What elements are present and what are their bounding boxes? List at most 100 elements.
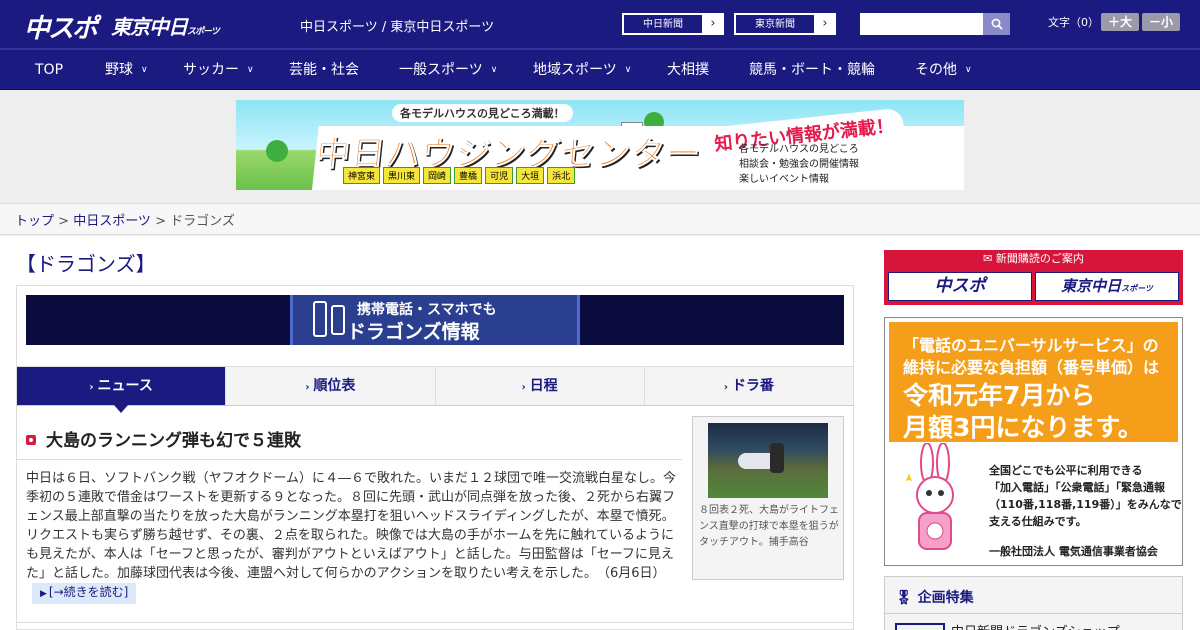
chevron-right-icon: › (822, 16, 828, 31)
ribbon-icon: 🎖 (895, 590, 913, 606)
housing-center-banner[interactable]: 各モデルハウスの見どころ満載！ 中日ハウジングセンター 知りたい情報が満載！ 各… (236, 100, 964, 190)
nav-sumo[interactable]: 大相撲 (667, 50, 709, 90)
ad-description-line: 全国どこでも公平に利用できる (989, 464, 1143, 477)
tab-news[interactable]: › ニュース (16, 366, 226, 413)
banner-city: 神宮東 (343, 167, 381, 184)
nav-label: TOP (35, 62, 64, 78)
bullet-icon (26, 435, 36, 445)
breadcrumb-home-link[interactable]: トップ (15, 214, 54, 229)
bunny-mascot-icon (905, 443, 954, 550)
tab-dora-ban[interactable]: › ドラ番 (643, 366, 854, 405)
nav-label: サッカー (183, 62, 239, 78)
divider (16, 622, 854, 623)
article-title[interactable]: 大島のランニング弾も幻で５連敗 (26, 426, 301, 451)
chevron-down-icon: ∨ (965, 65, 972, 75)
feature-header: 🎖 企画特集 (895, 587, 974, 607)
feature-header-text: 企画特集 (917, 590, 974, 606)
mobile-banner-inner: 携帯電話・スマホでも ドラゴンズ情報 (290, 295, 580, 345)
banner-city: 浜北 (547, 167, 576, 184)
chevron-right-icon: › (521, 382, 526, 393)
font-size-label: 文字（0） (1048, 16, 1099, 29)
nav-other[interactable]: その他 ∨ (915, 50, 972, 90)
nav-label: その他 (915, 62, 957, 78)
nav-label: 一般スポーツ (399, 62, 483, 78)
feature-thumbnail[interactable] (895, 623, 945, 630)
chunichi-shimbun-link[interactable]: 中日新聞 › (622, 13, 724, 35)
chevron-right-icon: › (305, 382, 310, 393)
page-title: 【ドラゴンズ】 (16, 252, 156, 276)
breadcrumb-separator: > (150, 214, 171, 229)
article-text: 中日は６日、ソフトバンク戦（ヤフオクドーム）に４―６で敗れた。いまだ１２球団で唯… (26, 471, 677, 581)
read-more-link[interactable]: ▶ [→続きを読む] (32, 583, 137, 604)
feature-box: 🎖 企画特集 中日新聞ドラゴンズショップ (884, 576, 1183, 630)
tokyo-logo-small: スポーツ (187, 27, 220, 37)
article-photo (708, 423, 828, 498)
nav-general-sports[interactable]: 一般スポーツ ∨ (399, 50, 497, 90)
font-smaller-button[interactable]: －小 (1142, 13, 1180, 31)
tokyo-chunichi-logo[interactable]: 東京中日スポーツ (111, 11, 220, 40)
tokyo-shimbun-link[interactable]: 東京新聞 › (734, 13, 836, 35)
chuspo-logo[interactable]: 中スポ (24, 8, 98, 45)
tab-standings[interactable]: › 順位表 (225, 366, 435, 405)
nav-label: 地域スポーツ (533, 62, 617, 78)
search-input[interactable] (860, 13, 983, 35)
banner-city: 黒川東 (383, 167, 421, 184)
nav-entertainment[interactable]: 芸能・社会 (289, 50, 359, 90)
subscription-header-text: 新聞購読のご案内 (995, 252, 1084, 265)
mobile-banner-line2: ドラゴンズ情報 (347, 321, 480, 343)
chevron-down-icon: ∨ (490, 65, 498, 75)
nav-top[interactable]: TOP (35, 50, 63, 90)
subscribe-chuspo-button[interactable]: 中スポ (888, 272, 1032, 301)
tab-label: ドラ番 (731, 378, 774, 394)
subscribe-tokyo-small: スポーツ (1121, 284, 1153, 293)
tab-label: ニュース (97, 378, 153, 394)
article-date: （6月6日） (603, 566, 666, 581)
chevron-down-icon: ∨ (624, 65, 632, 75)
article-body: 中日は６日、ソフトバンク戦（ヤフオクドーム）に４―６で敗れた。いまだ１２球団で唯… (26, 469, 676, 604)
ad-organization: 一般社団法人 電気通信事業者協会 (989, 545, 1158, 558)
nav-racing[interactable]: 競馬・ボート・競輪 (749, 50, 875, 90)
breadcrumb: トップ > 中日スポーツ > ドラゴンズ (0, 203, 1200, 235)
tokyo-logo-text: 東京中日 (111, 15, 188, 39)
banner-info-item: 楽しいイベント情報 (739, 174, 829, 185)
nav-soccer[interactable]: サッカー ∨ (183, 50, 254, 90)
main-nav: TOP 野球 ∨ サッカー ∨ 芸能・社会 一般スポーツ ∨ 地域スポーツ ∨ 大相撲 … (0, 48, 1200, 90)
nav-baseball[interactable]: 野球 ∨ (105, 50, 148, 90)
catcher-shape (770, 443, 784, 473)
triangle-right-icon: ▶ (40, 589, 47, 599)
top-header: 中スポ 東京中日スポーツ 中日スポーツ / 東京中日スポーツ 中日新聞 › 東京… (0, 0, 1200, 48)
ad-headline-panel: 「電話のユニバーサルサービス」の 維持に必要な負担額（番号単価）は 令和元年7月… (889, 322, 1178, 442)
subscribe-tokyo-label: 東京中日 (1061, 277, 1122, 295)
universal-service-ad[interactable]: 「電話のユニバーサルサービス」の 維持に必要な負担額（番号単価）は 令和元年7月… (884, 317, 1183, 566)
feature-item-link[interactable]: 中日新聞ドラゴンズショップ (951, 621, 1120, 630)
banner-info-item: 各モデルハウスの見どころ (739, 144, 859, 155)
banner-city: 豊橋 (454, 167, 483, 184)
nav-label: 大相撲 (667, 62, 709, 78)
article-photo-box[interactable]: ８回表２死、大島がライトフェンス直撃の打球で本塁を狙うがタッチアウト。捕手高谷 (692, 416, 844, 580)
flip-phone-icon (313, 301, 327, 337)
font-larger-button[interactable]: ＋大 (1101, 13, 1139, 31)
banner-city-list: 神宮東 黒川東 岡崎 豊橋 可児 大垣 浜北 (343, 167, 576, 184)
subscribe-tokyo-chunichi-button[interactable]: 東京中日スポーツ (1035, 272, 1179, 301)
read-more-label: [→続きを読む] (48, 585, 129, 599)
nav-label: 芸能・社会 (289, 62, 359, 78)
nav-label: 競馬・ボート・競輪 (749, 62, 875, 78)
divider (16, 459, 682, 460)
banner-info-item: 相談会・勉強会の開催情報 (739, 159, 859, 170)
ad-line1: 「電話のユニバーサルサービス」の (903, 336, 1159, 355)
tab-schedule[interactable]: › 日程 (434, 366, 644, 405)
chevron-right-icon: › (723, 382, 728, 393)
search-button[interactable] (983, 13, 1010, 35)
site-title: 中日スポーツ / 東京中日スポーツ (300, 20, 495, 35)
breadcrumb-separator: > (54, 214, 74, 229)
mobile-info-banner[interactable]: 携帯電話・スマホでも ドラゴンズ情報 (26, 295, 844, 345)
ad-line3: 令和元年7月から (903, 381, 1096, 410)
banner-city: 可児 (485, 167, 514, 184)
divider (885, 613, 1182, 614)
mobile-banner-line1: 携帯電話・スマホでも (357, 302, 497, 318)
breadcrumb-current: ドラゴンズ (170, 214, 235, 229)
nav-local-sports[interactable]: 地域スポーツ ∨ (533, 50, 631, 90)
chevron-down-icon: ∨ (247, 65, 254, 75)
ad-description-line: 支える仕組みです。 (989, 515, 1087, 528)
breadcrumb-section-link[interactable]: 中日スポーツ (73, 214, 151, 229)
